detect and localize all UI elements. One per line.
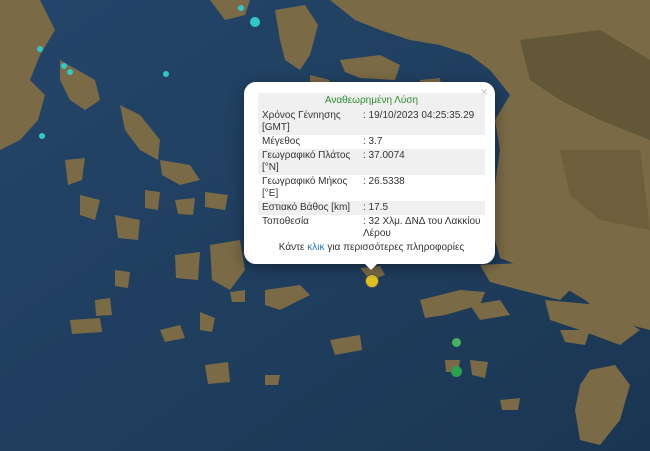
quake-marker-cyan[interactable] [39, 133, 45, 139]
footer-prefix: Κάντε [278, 242, 305, 253]
latitude-value: : 37.0074 [361, 149, 485, 175]
earthquake-details-table: Αναθεωρημένη Λύση Χρόνος Γένnησης [GMT] … [258, 93, 485, 241]
selected-quake-marker[interactable] [365, 274, 379, 288]
depth-value: : 17.5 [361, 201, 485, 215]
detail-row: Χρόνος Γένnησης [GMT] : 19/10/2023 04:25… [258, 109, 485, 135]
popup-tip [364, 263, 378, 270]
more-info-link[interactable]: κλικ [307, 242, 324, 253]
magnitude-label: Μέγεθος [262, 136, 301, 147]
latitude-label: Γεωγραφικό Πλάτος [°N] [258, 149, 361, 175]
popup-title: Αναθεωρημένη Λύση [258, 93, 485, 109]
origin-time-value: : 19/10/2023 04:25:35.29 [361, 109, 485, 135]
popup-footer: Κάντε κλικ για περισσότερες πληροφορίες [258, 242, 485, 253]
detail-row: Εστιακό Βάθος [km] : 17.5 [258, 201, 485, 215]
detail-row: Γεωγραφικό Μήκος [°E] : 26.5338 [258, 175, 485, 201]
origin-time-label: Χρόνος Γένnησης [GMT] [258, 109, 361, 135]
detail-row: Γεωγραφικό Πλάτος [°N] : 37.0074 [258, 149, 485, 175]
longitude-label: Γεωγραφικό Μήκος [°E] [262, 176, 348, 199]
earthquake-info-popup: × Αναθεωρημένη Λύση Χρόνος Γένnησης [GMT… [244, 82, 495, 264]
quake-marker-cyan[interactable] [238, 5, 244, 11]
quake-marker-cyan[interactable] [61, 63, 67, 69]
quake-marker-green[interactable] [452, 338, 461, 347]
longitude-value: : 26.5338 [363, 176, 405, 187]
quake-marker-cyan[interactable] [163, 71, 169, 77]
quake-marker-cyan[interactable] [67, 69, 73, 75]
magnitude-value: : 3.7 [363, 136, 383, 147]
depth-label: Εστιακό Βάθος [km] [258, 201, 361, 215]
detail-row: Τοποθεσία : 32 Χλμ. ΔΝΔ του Λακκίου Λέρο… [258, 215, 485, 241]
location-value: : 32 Χλμ. ΔΝΔ του Λακκίου Λέρου [363, 216, 481, 239]
footer-suffix: για περισσότερες πληροφορίες [327, 242, 465, 253]
detail-row: Μέγεθος : 3.7 [258, 135, 485, 149]
map-view[interactable]: × Αναθεωρημένη Λύση Χρόνος Γένnησης [GMT… [0, 0, 650, 451]
quake-marker-green[interactable] [451, 366, 462, 377]
quake-marker-cyan[interactable] [37, 46, 43, 52]
quake-marker-cyan[interactable] [250, 17, 260, 27]
location-label: Τοποθεσία [262, 216, 309, 227]
